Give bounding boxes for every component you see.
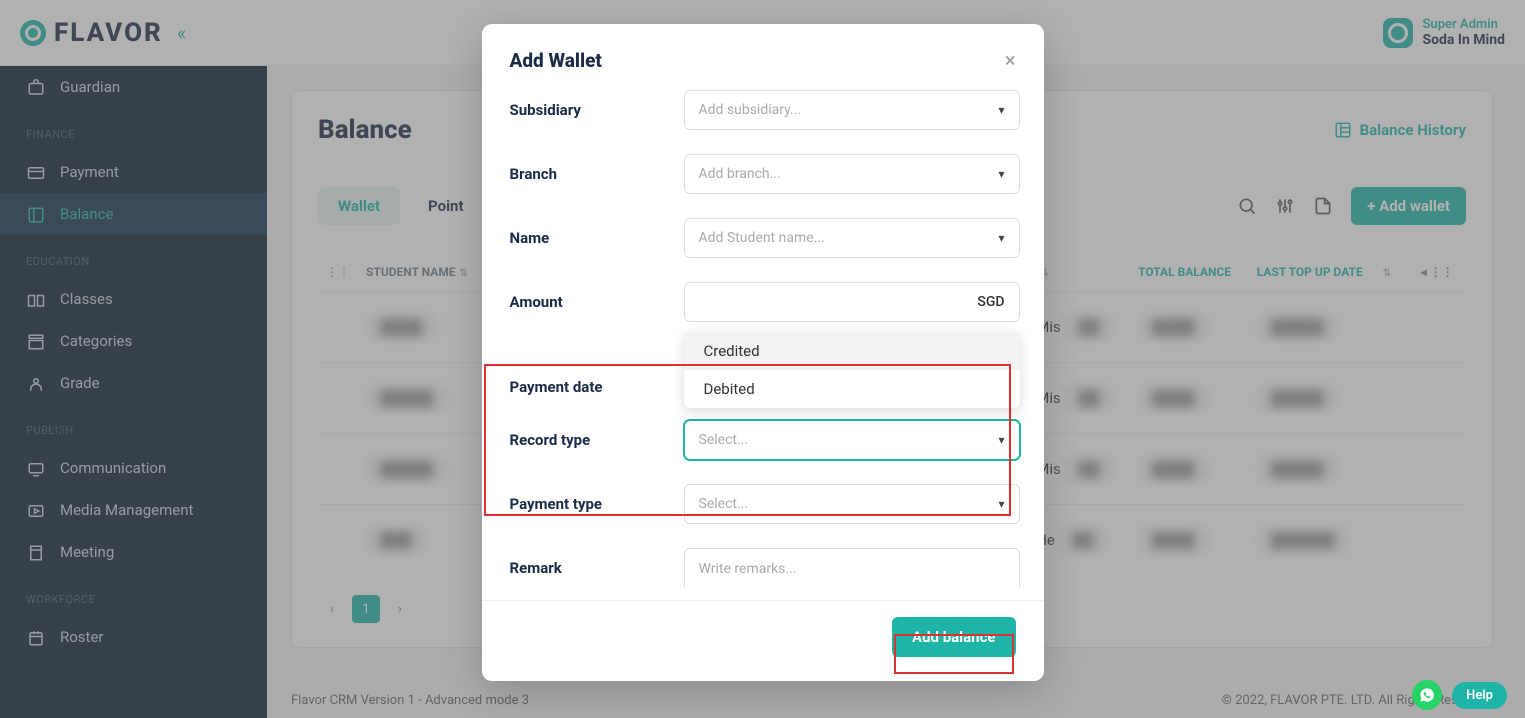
branch-select[interactable]: Add branch... ▾ (684, 154, 1020, 194)
option-debited[interactable]: Debited (684, 370, 1020, 408)
label-record-type: Record type (510, 431, 684, 449)
record-type-dropdown: Credited Debited (684, 332, 1020, 408)
amount-input[interactable]: SGD (684, 282, 1020, 322)
label-branch: Branch (510, 165, 684, 183)
modal-title: Add Wallet (510, 49, 602, 72)
record-type-select[interactable]: Select... ▾ (684, 420, 1020, 460)
subsidiary-select[interactable]: Add subsidiary... ▾ (684, 90, 1020, 130)
add-wallet-modal: Add Wallet × Subsidiary Add subsidiary..… (482, 24, 1044, 681)
label-amount: Amount (510, 293, 684, 311)
label-payment-type: Payment type (510, 495, 684, 513)
help-button[interactable]: Help (1452, 682, 1507, 709)
label-subsidiary: Subsidiary (510, 101, 684, 119)
label-remark: Remark (510, 559, 684, 577)
label-name: Name (510, 229, 684, 247)
chevron-down-icon: ▾ (998, 167, 1004, 181)
payment-type-select[interactable]: Select... ▾ (684, 484, 1020, 524)
close-icon[interactable]: × (1005, 48, 1016, 72)
chevron-down-icon: ▾ (998, 497, 1004, 511)
add-balance-button[interactable]: Add balance (892, 617, 1015, 657)
student-name-select[interactable]: Add Student name... ▾ (684, 218, 1020, 258)
chevron-down-icon: ▾ (998, 433, 1004, 447)
chevron-down-icon: ▾ (998, 103, 1004, 117)
modal-overlay[interactable]: Add Wallet × Subsidiary Add subsidiary..… (0, 0, 1525, 718)
remark-input[interactable]: Write remarks... (684, 548, 1020, 588)
label-payment-date: Payment date (510, 378, 684, 396)
whatsapp-icon[interactable] (1412, 680, 1442, 710)
chevron-down-icon: ▾ (998, 231, 1004, 245)
option-credited[interactable]: Credited (684, 332, 1020, 370)
